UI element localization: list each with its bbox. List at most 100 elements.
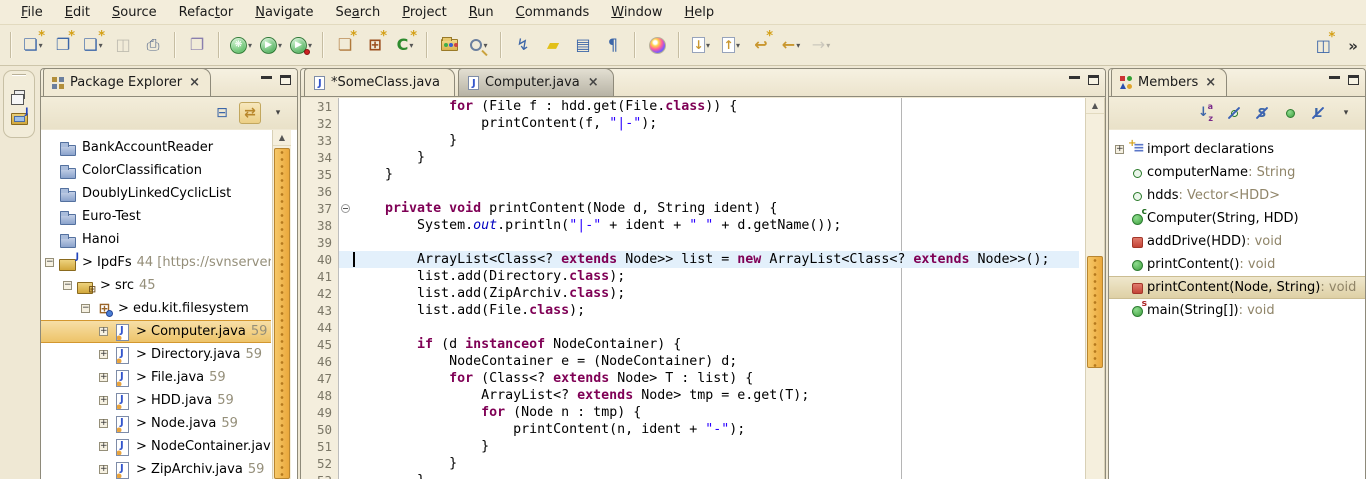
tab-package-explorer[interactable]: Package Explorer × [43,68,211,96]
tree-scrollbar[interactable]: ▲ [272,130,291,479]
fold-ruler[interactable] [339,353,353,370]
fold-ruler[interactable] [339,166,353,183]
line-number[interactable]: 31 [301,98,339,115]
code-text[interactable]: } [353,132,1079,149]
member-item-printcontent-node-string[interactable]: printContent(Node, String) : void [1109,276,1365,299]
fold-ruler[interactable] [339,234,353,251]
tree-item-colorclassification[interactable]: ColorClassification [41,159,271,182]
run-button[interactable]: ▶▾ [258,32,284,58]
tree-expander-icon[interactable]: + [99,327,108,336]
scrollbar-thumb[interactable] [1087,256,1103,368]
new-editor-button[interactable]: ◫ * [1310,33,1336,59]
code-text[interactable]: list.add(File.class); [353,302,1079,319]
line-number[interactable]: 37 [301,200,339,217]
member-item-printcontent[interactable]: printContent() : void [1109,253,1365,276]
tree-item-src[interactable]: −> src45 [41,274,271,297]
close-view-icon[interactable]: × [189,75,200,90]
drag-grip[interactable] [12,74,26,76]
tree-expander-icon[interactable]: + [99,465,108,474]
close-view-icon[interactable]: × [1205,75,1216,90]
code-text[interactable]: list.add(Directory.class); [353,268,1079,285]
next-annotation-button[interactable]: ↓▾ [688,32,714,58]
code-area[interactable]: 31 for (File f : hdd.get(File.class)) {3… [301,98,1079,479]
code-text[interactable]: NodeContainer e = (NodeContainer) d; [353,353,1079,370]
hide-local-types-button[interactable]: L [1307,102,1329,124]
tree-expander-icon[interactable]: − [81,304,90,313]
tree-item-computer.java[interactable]: +> Computer.java59 [41,320,271,343]
code-text[interactable]: for (Node n : tmp) { [353,404,1079,421]
tree-item-ipdfs[interactable]: −> IpdFs44 [https://svnserver.i [41,251,271,274]
fold-ruler[interactable] [339,421,353,438]
menu-item-commands[interactable]: Commands [505,2,601,23]
code-text[interactable]: for (Class<? extends Node> T : list) { [353,370,1079,387]
back-button[interactable]: ←▾ [778,32,804,58]
code-text[interactable]: ArrayList<Class<? extends Node>> list = … [353,251,1079,268]
tree-item-ziparchiv.java[interactable]: +> ZipArchiv.java59 [41,458,271,479]
hide-fields-button[interactable] [1223,102,1245,124]
member-item-import-declarations[interactable]: +import declarations [1109,138,1365,161]
minimize-button[interactable] [1329,76,1340,85]
editor-tab-someclass.java[interactable]: *SomeClass.java [304,68,455,96]
run-external-button[interactable]: ▶▾ [288,32,314,58]
scrollbar-thumb[interactable] [274,148,290,479]
link-with-editor-button[interactable]: ⇄ [239,102,261,124]
line-number[interactable]: 44 [301,319,339,336]
line-number[interactable]: 48 [301,387,339,404]
line-number[interactable]: 42 [301,285,339,302]
highlighter-button[interactable]: ▰ [540,32,566,58]
tree-expander-icon[interactable]: + [99,419,108,428]
line-number[interactable]: 33 [301,132,339,149]
line-number[interactable]: 35 [301,166,339,183]
new-window-button[interactable]: ❐* [50,32,76,58]
line-number[interactable]: 46 [301,353,339,370]
code-text[interactable]: System.out.println("|-" + ident + " " + … [353,217,1079,234]
menu-item-project[interactable]: Project [391,2,458,23]
code-text[interactable] [353,183,1079,200]
tree-expander-icon[interactable]: − [45,258,54,267]
new-java-project-button[interactable]: ❏* [332,32,358,58]
member-item-computername[interactable]: computerName : String [1109,161,1365,184]
member-item-computer-string-hdd[interactable]: cComputer(String, HDD) [1109,207,1365,230]
member-item-hdds[interactable]: hdds : Vector<HDD> [1109,184,1365,207]
toolbar-overflow-chevron[interactable]: » [1348,37,1358,55]
code-text[interactable] [353,234,1079,251]
fold-ruler[interactable] [339,217,353,234]
tree-expander-icon[interactable]: + [99,350,108,359]
open-artifact-button[interactable] [436,32,462,58]
scroll-up-arrow-icon[interactable]: ▲ [1086,98,1104,114]
new-package-button[interactable]: ⊞* [362,32,388,58]
minimize-button[interactable] [1069,76,1080,85]
line-number[interactable]: 43 [301,302,339,319]
editor-tab-computer.java[interactable]: Computer.java× [458,68,614,96]
tree-item-nodecontainer.java[interactable]: +> NodeContainer.java [41,435,271,458]
line-number[interactable]: 47 [301,370,339,387]
new-wizard-button[interactable]: ❏*▾ [20,32,46,58]
menu-item-search[interactable]: Search [325,2,392,23]
fold-ruler[interactable] [339,149,353,166]
line-number[interactable]: 52 [301,455,339,472]
fold-ruler[interactable] [339,370,353,387]
tree-item-hdd.java[interactable]: +> HDD.java59 [41,389,271,412]
fold-ruler[interactable] [339,404,353,421]
code-text[interactable]: ArrayList<? extends Node> tmp = e.get(T)… [353,387,1079,404]
code-text[interactable]: } [353,472,1079,479]
code-text[interactable]: printContent(n, ident + "-"); [353,421,1079,438]
fold-ruler[interactable] [339,472,353,479]
code-text[interactable]: private void printContent(Node d, String… [353,200,1079,217]
fold-ruler[interactable] [339,200,353,217]
menu-item-window[interactable]: Window [600,2,673,23]
tree-item-doublylinkedcycliclist[interactable]: DoublyLinkedCyclicList [41,182,271,205]
close-tab-icon[interactable]: × [588,75,599,90]
print-button[interactable]: ⎙ [140,32,166,58]
line-number[interactable]: 36 [301,183,339,200]
tree-expander-icon[interactable]: + [99,442,108,451]
menu-item-help[interactable]: Help [674,2,726,23]
show-source-button[interactable]: ▤ [570,32,596,58]
fold-ruler[interactable] [339,268,353,285]
search-button[interactable]: ▾ [466,32,492,58]
fold-ruler[interactable] [339,115,353,132]
java-plug-button[interactable]: ↯ [510,32,536,58]
code-text[interactable]: } [353,149,1079,166]
menu-item-source[interactable]: Source [101,2,168,23]
fold-ruler[interactable] [339,132,353,149]
